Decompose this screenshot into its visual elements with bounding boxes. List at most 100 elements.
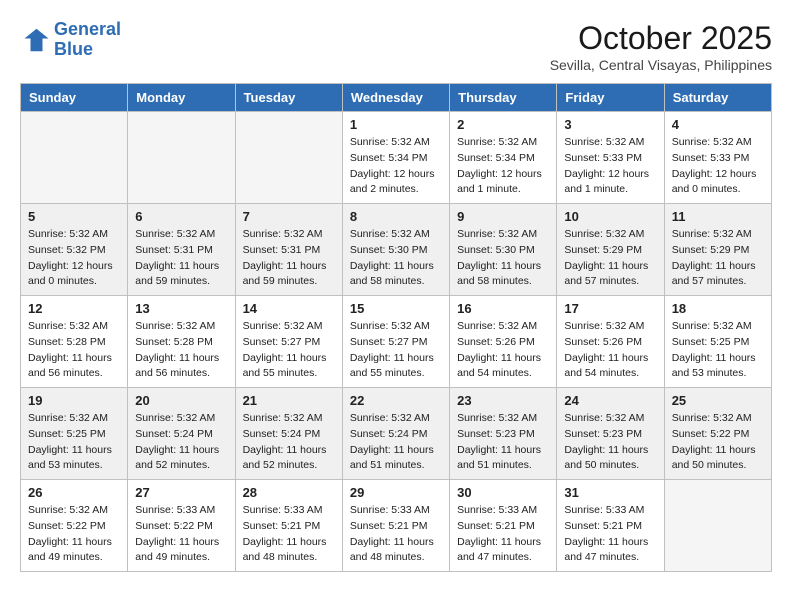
day-info: Sunrise: 5:32 AMSunset: 5:31 PMDaylight:…	[243, 227, 335, 290]
calendar-cell: 12 Sunrise: 5:32 AMSunset: 5:28 PMDayligh…	[21, 296, 128, 388]
calendar-cell: 1 Sunrise: 5:32 AMSunset: 5:34 PMDaylight…	[342, 112, 449, 204]
calendar-cell: 15Sunrise: 5:32 AMSunset: 5:27 PMDayligh…	[342, 296, 449, 388]
day-info: Sunrise: 5:32 AMSunset: 5:26 PMDaylight:…	[564, 319, 656, 382]
day-info: Sunrise: 5:32 AMSunset: 5:28 PMDaylight:…	[135, 319, 227, 382]
calendar-cell	[21, 112, 128, 204]
day-number: 20	[135, 393, 227, 408]
logo: General Blue	[20, 20, 121, 60]
day-number: 28	[243, 485, 335, 500]
calendar-cell	[128, 112, 235, 204]
calendar-cell: 11 Sunrise: 5:32 AMSunset: 5:29 PMDayligh…	[664, 204, 771, 296]
day-info: Sunrise: 5:32 AMSunset: 5:24 PMDaylight:…	[135, 411, 227, 474]
day-info: Sunrise: 5:32 AMSunset: 5:29 PMDaylight:…	[672, 227, 764, 290]
calendar-cell: 10 Sunrise: 5:32 AMSunset: 5:29 PMDayligh…	[557, 204, 664, 296]
day-info: Sunrise: 5:32 AMSunset: 5:29 PMDaylight:…	[564, 227, 656, 290]
calendar-week-row: 26Sunrise: 5:32 AMSunset: 5:22 PMDayligh…	[21, 480, 772, 572]
calendar-week-row: 12 Sunrise: 5:32 AMSunset: 5:28 PMDayligh…	[21, 296, 772, 388]
weekday-header-row: SundayMondayTuesdayWednesdayThursdayFrid…	[21, 84, 772, 112]
day-info: Sunrise: 5:32 AMSunset: 5:25 PMDaylight:…	[28, 411, 120, 474]
day-info: Sunrise: 5:32 AMSunset: 5:27 PMDaylight:…	[243, 319, 335, 382]
day-number: 23	[457, 393, 549, 408]
day-number: 21	[243, 393, 335, 408]
day-info: Sunrise: 5:32 AMSunset: 5:24 PMDaylight:…	[243, 411, 335, 474]
day-info: Sunrise: 5:33 AMSunset: 5:21 PMDaylight:…	[457, 503, 549, 566]
day-info: Sunrise: 5:32 AMSunset: 5:33 PMDaylight:…	[564, 135, 656, 198]
day-number: 30	[457, 485, 549, 500]
calendar-cell: 31 Sunrise: 5:33 AMSunset: 5:21 PMDayligh…	[557, 480, 664, 572]
day-number: 5	[28, 209, 120, 224]
month-title: October 2025	[550, 20, 772, 57]
day-info: Sunrise: 5:32 AMSunset: 5:22 PMDaylight:…	[672, 411, 764, 474]
day-number: 6	[135, 209, 227, 224]
page-header: General Blue October 2025 Sevilla, Centr…	[20, 20, 772, 73]
day-number: 27	[135, 485, 227, 500]
weekday-header-tuesday: Tuesday	[235, 84, 342, 112]
day-info: Sunrise: 5:33 AMSunset: 5:22 PMDaylight:…	[135, 503, 227, 566]
day-number: 14	[243, 301, 335, 316]
day-number: 29	[350, 485, 442, 500]
day-info: Sunrise: 5:32 AMSunset: 5:34 PMDaylight:…	[350, 135, 442, 198]
day-info: Sunrise: 5:32 AMSunset: 5:23 PMDaylight:…	[564, 411, 656, 474]
calendar-week-row: 19 Sunrise: 5:32 AMSunset: 5:25 PMDayligh…	[21, 388, 772, 480]
day-info: Sunrise: 5:32 AMSunset: 5:31 PMDaylight:…	[135, 227, 227, 290]
day-number: 1	[350, 117, 442, 132]
title-block: October 2025 Sevilla, Central Visayas, P…	[550, 20, 772, 73]
day-info: Sunrise: 5:32 AMSunset: 5:32 PMDaylight:…	[28, 227, 120, 290]
calendar-cell: 21 Sunrise: 5:32 AMSunset: 5:24 PMDayligh…	[235, 388, 342, 480]
calendar-body: 1 Sunrise: 5:32 AMSunset: 5:34 PMDaylight…	[21, 112, 772, 572]
day-number: 10	[564, 209, 656, 224]
day-number: 4	[672, 117, 764, 132]
day-number: 3	[564, 117, 656, 132]
day-info: Sunrise: 5:33 AMSunset: 5:21 PMDaylight:…	[564, 503, 656, 566]
calendar-cell: 30 Sunrise: 5:33 AMSunset: 5:21 PMDayligh…	[450, 480, 557, 572]
day-info: Sunrise: 5:32 AMSunset: 5:24 PMDaylight:…	[350, 411, 442, 474]
day-number: 18	[672, 301, 764, 316]
day-info: Sunrise: 5:33 AMSunset: 5:21 PMDaylight:…	[350, 503, 442, 566]
day-info: Sunrise: 5:32 AMSunset: 5:28 PMDaylight:…	[28, 319, 120, 382]
logo-icon	[20, 25, 50, 55]
calendar-cell: 14 Sunrise: 5:32 AMSunset: 5:27 PMDayligh…	[235, 296, 342, 388]
day-number: 12	[28, 301, 120, 316]
calendar-cell: 8Sunrise: 5:32 AMSunset: 5:30 PMDaylight…	[342, 204, 449, 296]
calendar-cell: 16Sunrise: 5:32 AMSunset: 5:26 PMDayligh…	[450, 296, 557, 388]
day-number: 16	[457, 301, 549, 316]
weekday-header-wednesday: Wednesday	[342, 84, 449, 112]
day-number: 9	[457, 209, 549, 224]
calendar-cell: 20 Sunrise: 5:32 AMSunset: 5:24 PMDayligh…	[128, 388, 235, 480]
day-number: 11	[672, 209, 764, 224]
day-number: 15	[350, 301, 442, 316]
calendar-cell: 5 Sunrise: 5:32 AMSunset: 5:32 PMDaylight…	[21, 204, 128, 296]
weekday-header-monday: Monday	[128, 84, 235, 112]
calendar-cell	[235, 112, 342, 204]
day-info: Sunrise: 5:32 AMSunset: 5:23 PMDaylight:…	[457, 411, 549, 474]
calendar-cell: 22 Sunrise: 5:32 AMSunset: 5:24 PMDayligh…	[342, 388, 449, 480]
day-number: 31	[564, 485, 656, 500]
calendar-cell: 13 Sunrise: 5:32 AMSunset: 5:28 PMDayligh…	[128, 296, 235, 388]
day-number: 19	[28, 393, 120, 408]
day-number: 25	[672, 393, 764, 408]
calendar-header: SundayMondayTuesdayWednesdayThursdayFrid…	[21, 84, 772, 112]
day-number: 8	[350, 209, 442, 224]
calendar-week-row: 1 Sunrise: 5:32 AMSunset: 5:34 PMDaylight…	[21, 112, 772, 204]
calendar-cell: 25 Sunrise: 5:32 AMSunset: 5:22 PMDayligh…	[664, 388, 771, 480]
calendar-cell: 28Sunrise: 5:33 AMSunset: 5:21 PMDayligh…	[235, 480, 342, 572]
calendar-cell	[664, 480, 771, 572]
calendar-week-row: 5 Sunrise: 5:32 AMSunset: 5:32 PMDaylight…	[21, 204, 772, 296]
calendar-cell: 29 Sunrise: 5:33 AMSunset: 5:21 PMDayligh…	[342, 480, 449, 572]
day-number: 22	[350, 393, 442, 408]
calendar-cell: 19 Sunrise: 5:32 AMSunset: 5:25 PMDayligh…	[21, 388, 128, 480]
calendar-cell: 23 Sunrise: 5:32 AMSunset: 5:23 PMDayligh…	[450, 388, 557, 480]
location-subtitle: Sevilla, Central Visayas, Philippines	[550, 57, 772, 73]
day-number: 17	[564, 301, 656, 316]
calendar-cell: 3 Sunrise: 5:32 AMSunset: 5:33 PMDaylight…	[557, 112, 664, 204]
calendar-cell: 2Sunrise: 5:32 AMSunset: 5:34 PMDaylight…	[450, 112, 557, 204]
calendar-table: SundayMondayTuesdayWednesdayThursdayFrid…	[20, 83, 772, 572]
calendar-cell: 17 Sunrise: 5:32 AMSunset: 5:26 PMDayligh…	[557, 296, 664, 388]
day-number: 2	[457, 117, 549, 132]
logo-text: General Blue	[54, 20, 121, 60]
day-number: 13	[135, 301, 227, 316]
calendar-cell: 4Sunrise: 5:32 AMSunset: 5:33 PMDaylight…	[664, 112, 771, 204]
calendar-cell: 18Sunrise: 5:32 AMSunset: 5:25 PMDayligh…	[664, 296, 771, 388]
weekday-header-saturday: Saturday	[664, 84, 771, 112]
calendar-cell: 27 Sunrise: 5:33 AMSunset: 5:22 PMDayligh…	[128, 480, 235, 572]
